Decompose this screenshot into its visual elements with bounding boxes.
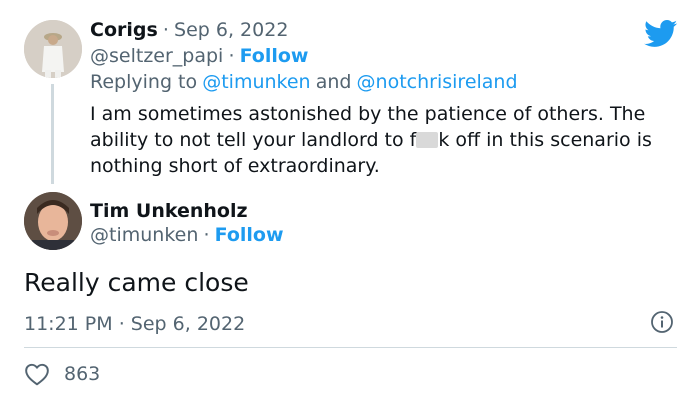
separator: ·	[203, 224, 210, 246]
main-tweet-handle-row: @timunken · Follow	[90, 223, 284, 248]
replying-to: Replying to @timunken and @notchrisirela…	[90, 70, 518, 95]
likes-count: 863	[64, 363, 101, 385]
display-name[interactable]: Corigs	[90, 19, 158, 41]
likes[interactable]: 863	[24, 362, 100, 386]
reply-text-line: ability to not tell your landlord to f k …	[90, 127, 680, 153]
heart-icon[interactable]	[24, 362, 50, 386]
display-name[interactable]: Tim Unkenholz	[90, 200, 248, 222]
twitter-bird-icon[interactable]	[644, 20, 678, 48]
reply-tweet-text: I am sometimes astonished by the patienc…	[90, 101, 680, 179]
tweet-timestamp[interactable]: 11:21 PM · Sep 6, 2022	[24, 311, 245, 337]
reply-text-segment: k off in this scenario is	[438, 129, 652, 151]
main-tweet-header: Tim Unkenholz	[90, 199, 248, 224]
main-tweet-text: Really came close	[24, 268, 249, 297]
tweet-date[interactable]: Sep 6, 2022	[174, 19, 288, 41]
divider	[24, 347, 677, 348]
handle[interactable]: @timunken	[90, 224, 198, 246]
tweet-date: Sep 6, 2022	[130, 313, 246, 335]
replying-to-user-link[interactable]: @timunken	[202, 71, 310, 93]
separator: ·	[162, 19, 169, 41]
replying-to-label: Replying to	[90, 71, 198, 93]
avatar[interactable]	[24, 20, 82, 78]
reply-tweet-header: Corigs · Sep 6, 2022	[90, 18, 288, 43]
handle[interactable]: @seltzer_papi	[90, 45, 223, 67]
reply-text-segment: ability to not tell your landlord to f	[90, 129, 417, 151]
follow-button[interactable]: Follow	[240, 45, 309, 67]
avatar-image	[24, 192, 82, 250]
thread-connector-line	[51, 84, 54, 184]
follow-button[interactable]: Follow	[215, 224, 284, 246]
censor-blur	[416, 132, 439, 148]
separator: ·	[118, 313, 125, 335]
avatar[interactable]	[24, 192, 82, 250]
tweet-time: 11:21 PM	[24, 313, 113, 335]
avatar-image	[24, 20, 82, 78]
info-icon[interactable]	[650, 310, 674, 334]
separator: ·	[228, 45, 235, 67]
reply-text-line: I am sometimes astonished by the patienc…	[90, 103, 646, 125]
replying-to-and: and	[315, 71, 352, 93]
replying-to-user-link[interactable]: @notchrisireland	[357, 71, 518, 93]
reply-text-line: nothing short of extraordinary.	[90, 155, 380, 177]
reply-tweet-handle-row: @seltzer_papi · Follow	[90, 44, 308, 69]
